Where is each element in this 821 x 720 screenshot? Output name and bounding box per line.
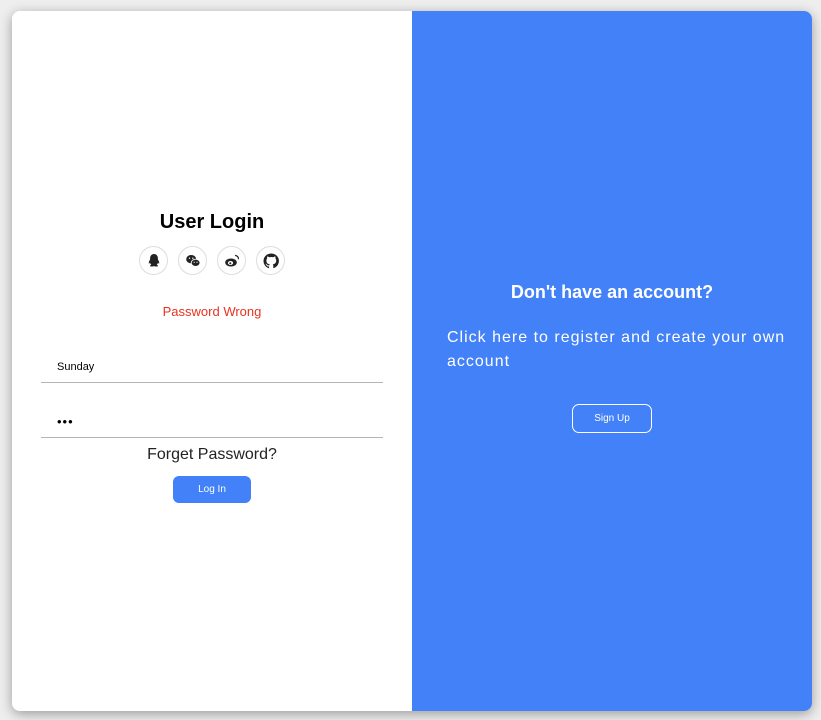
login-button[interactable]: Log In [173,476,251,503]
forget-password-link[interactable]: Forget Password? [12,446,412,464]
qq-login-button[interactable] [139,246,168,275]
wechat-icon [185,254,200,267]
error-message: Password Wrong [162,304,262,319]
register-panel: Don't have an account? Click here to reg… [412,11,812,711]
github-login-button[interactable] [256,246,285,275]
qq-icon [148,253,159,267]
weibo-login-button[interactable] [217,246,246,275]
login-title: User Login [159,211,265,233]
weibo-icon [224,254,239,266]
wechat-login-button[interactable] [178,246,207,275]
login-panel: User Login Password Wrong Sunday Forget … [12,11,412,711]
register-title: Don't have an account? [510,282,714,302]
username-input[interactable] [41,351,383,383]
register-description: Click here to register and create your o… [447,329,786,370]
auth-card: User Login Password Wrong Sunday Forget … [12,11,812,711]
github-icon [263,252,279,268]
social-login-row [12,246,412,275]
sign-up-button[interactable]: Sign Up [572,404,652,433]
password-input[interactable] [41,406,383,438]
